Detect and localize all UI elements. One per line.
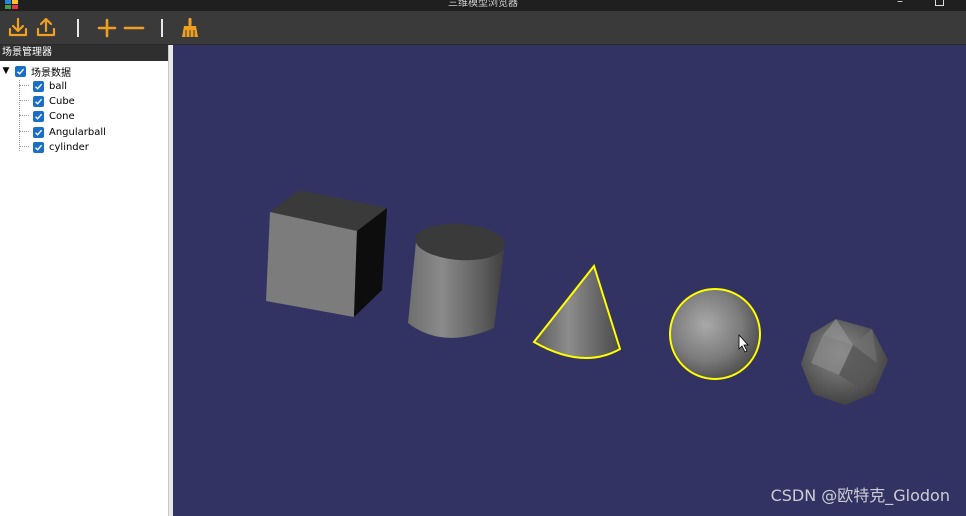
toolbar <box>0 11 966 45</box>
import-icon <box>8 17 28 37</box>
checkbox-scene-data[interactable] <box>15 65 26 77</box>
minimize-button[interactable]: – <box>892 0 908 8</box>
checkbox-angularball[interactable] <box>33 126 44 138</box>
checkbox-cube[interactable] <box>33 95 44 107</box>
cube-object[interactable] <box>266 190 387 317</box>
tree-item-cube[interactable]: Cube <box>19 94 159 108</box>
tree-item-label: ball <box>49 80 68 92</box>
add-button[interactable] <box>95 16 119 40</box>
tree-item-label: Cone <box>49 110 75 122</box>
tree-item-label: Cube <box>49 95 75 107</box>
cylinder-object[interactable] <box>408 221 506 338</box>
tree-item-cylinder[interactable]: cylinder <box>19 140 159 154</box>
ball-object[interactable] <box>669 288 761 380</box>
export-button[interactable] <box>34 16 58 40</box>
title-bar: 三维模型浏览器 – <box>0 0 966 11</box>
tree-item-angularball[interactable]: Angularball <box>19 125 159 139</box>
scene-manager-panel: 场景管理器 ▼ 场景数据 ball Cube Cone Angularball … <box>0 45 168 516</box>
tree-item-cone[interactable]: Cone <box>19 109 159 123</box>
checkmark-icon <box>35 129 43 136</box>
clear-button[interactable] <box>178 16 202 40</box>
tree-item-label: Angularball <box>49 126 106 138</box>
tree-root-label: 场景数据 <box>31 67 71 79</box>
tree-item-label: cylinder <box>49 141 89 153</box>
3d-viewport[interactable]: CSDN @欧特克_Glodon <box>173 45 966 516</box>
toolbar-separator <box>161 19 163 37</box>
scene-manager-title: 场景管理器 <box>0 45 168 61</box>
window-title: 三维模型浏览器 <box>448 0 518 9</box>
checkmark-icon <box>17 68 25 75</box>
checkmark-icon <box>35 113 43 120</box>
checkmark-icon <box>35 144 43 151</box>
clear-broom-icon <box>182 18 198 37</box>
checkbox-ball[interactable] <box>33 80 44 92</box>
checkbox-cone[interactable] <box>33 110 44 122</box>
remove-icon <box>123 26 145 30</box>
tree-item-ball[interactable]: ball <box>19 79 159 93</box>
remove-button[interactable] <box>122 16 146 40</box>
import-button[interactable] <box>6 16 30 40</box>
tree-root-scene-data[interactable]: ▼ 场景数据 <box>0 64 160 79</box>
watermark: CSDN @欧特克_Glodon <box>770 486 950 505</box>
add-icon <box>97 18 117 38</box>
toolbar-separator <box>77 19 79 37</box>
export-icon <box>36 17 56 37</box>
checkbox-cylinder[interactable] <box>33 141 44 153</box>
checkmark-icon <box>35 83 43 90</box>
expand-arrow-icon[interactable]: ▼ <box>1 66 11 76</box>
maximize-button[interactable] <box>935 0 944 6</box>
checkmark-icon <box>35 98 43 105</box>
angularball-object[interactable] <box>801 319 888 405</box>
cone-object[interactable] <box>532 263 622 359</box>
